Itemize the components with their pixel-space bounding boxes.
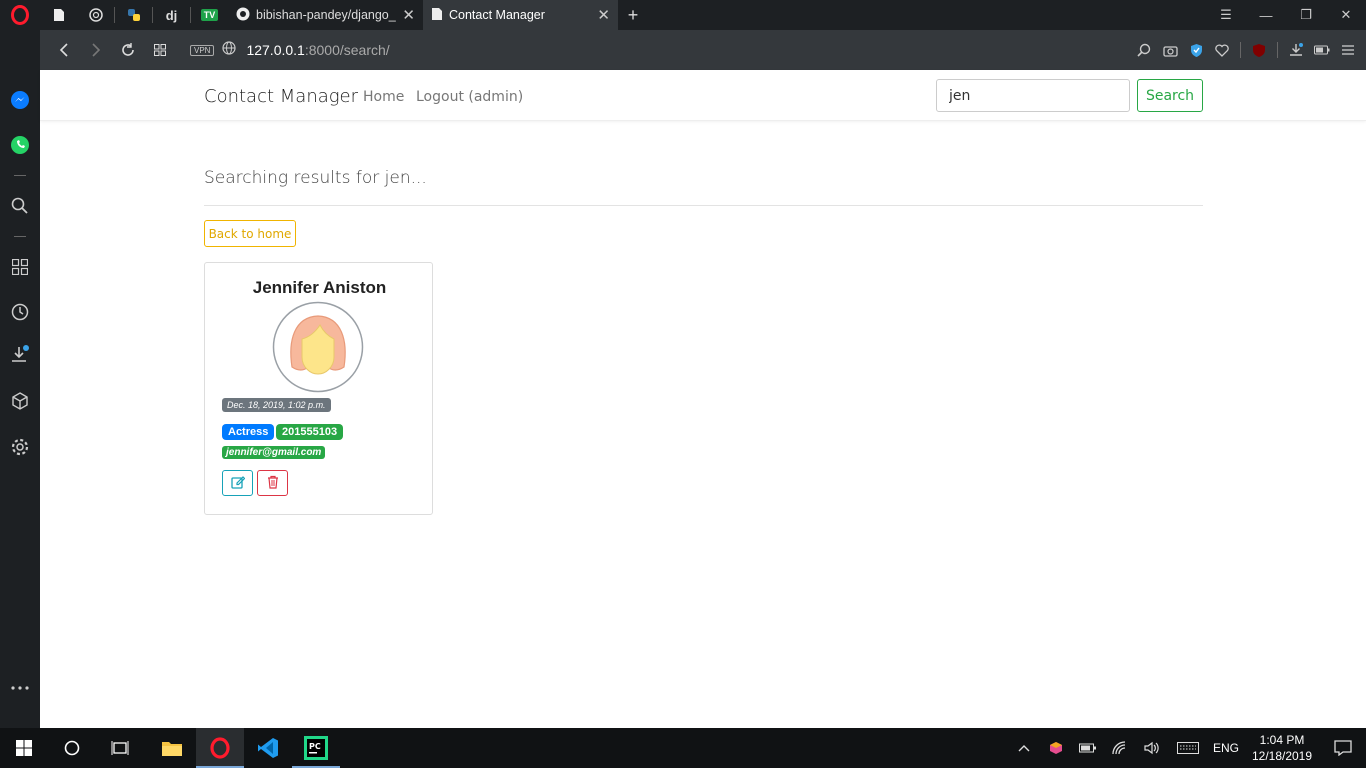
url-host: 127.0.0.1 [246,42,305,58]
camera-icon[interactable] [1162,42,1178,58]
contact-name: Jennifer Aniston [252,278,387,297]
ublock-icon[interactable] [1251,42,1267,58]
settings-gear-icon[interactable] [10,437,30,457]
browser-tabstrip: dj TV bibishan-pandey/django_contact ✕ C… [0,0,1366,30]
keyboard-icon[interactable] [1168,728,1208,768]
role-badge: Actress [222,424,275,440]
sidebar-separator [14,175,26,176]
email-badge: jennifer@gmail.com [222,446,326,459]
address-bar: VPN 127.0.0.1:8000/search/ [40,30,1366,70]
notifications-icon[interactable] [1320,728,1366,768]
heart-icon[interactable] [1214,42,1230,58]
windows-start-icon[interactable] [0,728,48,768]
downloads-icon[interactable] [10,345,30,365]
tab-title: bibishan-pandey/django_contact [256,8,396,22]
app-tray-icon[interactable] [1040,728,1072,768]
close-window-icon[interactable]: ✕ [1326,0,1366,30]
clock-date: 12/18/2019 [1251,749,1313,763]
search-icon[interactable] [10,196,30,216]
search-icon[interactable] [1136,42,1152,58]
document-icon [431,7,443,24]
contact-card: Jennifer Aniston Dec. 18, 2019, 1:02 p.m… [204,262,433,515]
restore-icon[interactable]: ❐ [1286,0,1326,30]
site-navbar: Contact Manager Home Logout (admin) Sear… [40,70,1366,121]
search-input[interactable] [936,79,1130,112]
forward-nav-icon[interactable] [80,30,112,70]
address-bar-tools [1136,30,1356,70]
document-icon[interactable] [40,0,77,30]
github-icon [236,7,250,24]
speed-dial-icon[interactable] [144,30,176,70]
file-explorer-icon[interactable] [148,728,196,768]
pycharm-icon[interactable]: PC [292,728,340,768]
separator [1240,42,1241,58]
whatsapp-icon[interactable] [10,135,30,155]
sidebar-separator [14,236,26,237]
messenger-icon[interactable] [10,90,30,110]
navbar-brand[interactable]: Contact Manager [204,86,358,107]
battery-icon[interactable] [1314,42,1330,58]
tv-icon[interactable]: TV [191,0,228,30]
new-tab-button[interactable]: + [618,5,648,26]
search-results-heading: Searching results for jen... [204,168,427,188]
vscode-icon[interactable] [244,728,292,768]
adblock-shield-icon[interactable] [1188,42,1204,58]
tab-title: Contact Manager [449,8,545,22]
close-tab-icon[interactable]: ✕ [402,6,415,24]
svg-text:PC: PC [309,742,321,751]
chatgpt-icon[interactable] [77,0,114,30]
delete-contact-button[interactable] [257,470,288,496]
windows-taskbar: PC ENG 1:04 PM 12/18/2019 [0,728,1366,768]
separator [1277,42,1278,58]
url-field[interactable]: 127.0.0.1:8000/search/ [246,42,389,58]
tab-contact-manager[interactable]: Contact Manager ✕ [423,0,618,30]
reload-icon[interactable] [112,30,144,70]
phone-badge: 201555103 [276,424,344,440]
window-controls: ☰ — ❐ ✕ [1206,0,1366,30]
back-to-home-button[interactable]: Back to home [204,220,296,247]
opera-taskbar-icon[interactable] [196,728,244,768]
nav-link-home[interactable]: Home [363,89,404,105]
download-icon[interactable] [1288,42,1304,58]
task-view-icon[interactable] [96,728,144,768]
cortana-search-icon[interactable] [48,728,96,768]
django-label: dj [165,7,178,23]
browser-sidebar [0,30,40,728]
vpn-badge[interactable]: VPN [190,44,215,56]
nav-link-logout[interactable]: Logout (admin) [416,89,523,105]
trash-icon [267,475,279,492]
python-icon[interactable] [115,0,152,30]
divider [204,205,1203,206]
clock-time: 1:04 PM [1259,733,1305,747]
minimize-icon[interactable]: — [1246,0,1286,30]
close-tab-icon[interactable]: ✕ [597,6,610,24]
battery-icon[interactable] [1072,728,1104,768]
more-options-icon[interactable] [10,678,30,698]
wifi-icon[interactable] [1104,728,1136,768]
tab-menu-icon[interactable]: ☰ [1206,0,1246,30]
tv-label: TV [200,9,219,21]
volume-icon[interactable] [1136,728,1168,768]
tab-github[interactable]: bibishan-pandey/django_contact ✕ [228,0,423,30]
avatar [272,301,364,393]
opera-menu-icon[interactable] [0,0,40,30]
edit-icon [230,475,245,492]
system-tray: ENG 1:04 PM 12/18/2019 [1008,728,1366,768]
extensions-cube-icon[interactable] [10,391,30,411]
back-nav-icon[interactable] [48,30,80,70]
search-button[interactable]: Search [1137,79,1203,112]
easy-setup-icon[interactable] [1340,42,1356,58]
created-date-badge: Dec. 18, 2019, 1:02 p.m. [222,398,331,412]
django-icon[interactable]: dj [153,0,190,30]
edit-contact-button[interactable] [222,470,253,496]
chevron-up-icon[interactable] [1008,728,1040,768]
globe-icon [222,40,237,60]
history-clock-icon[interactable] [10,302,30,322]
taskbar-clock[interactable]: 1:04 PM 12/18/2019 [1244,732,1320,764]
url-path: :8000/search/ [304,42,390,58]
speed-dial-icon[interactable] [10,257,30,277]
language-indicator[interactable]: ENG [1208,741,1244,755]
web-page: Contact Manager Home Logout (admin) Sear… [40,70,1366,728]
